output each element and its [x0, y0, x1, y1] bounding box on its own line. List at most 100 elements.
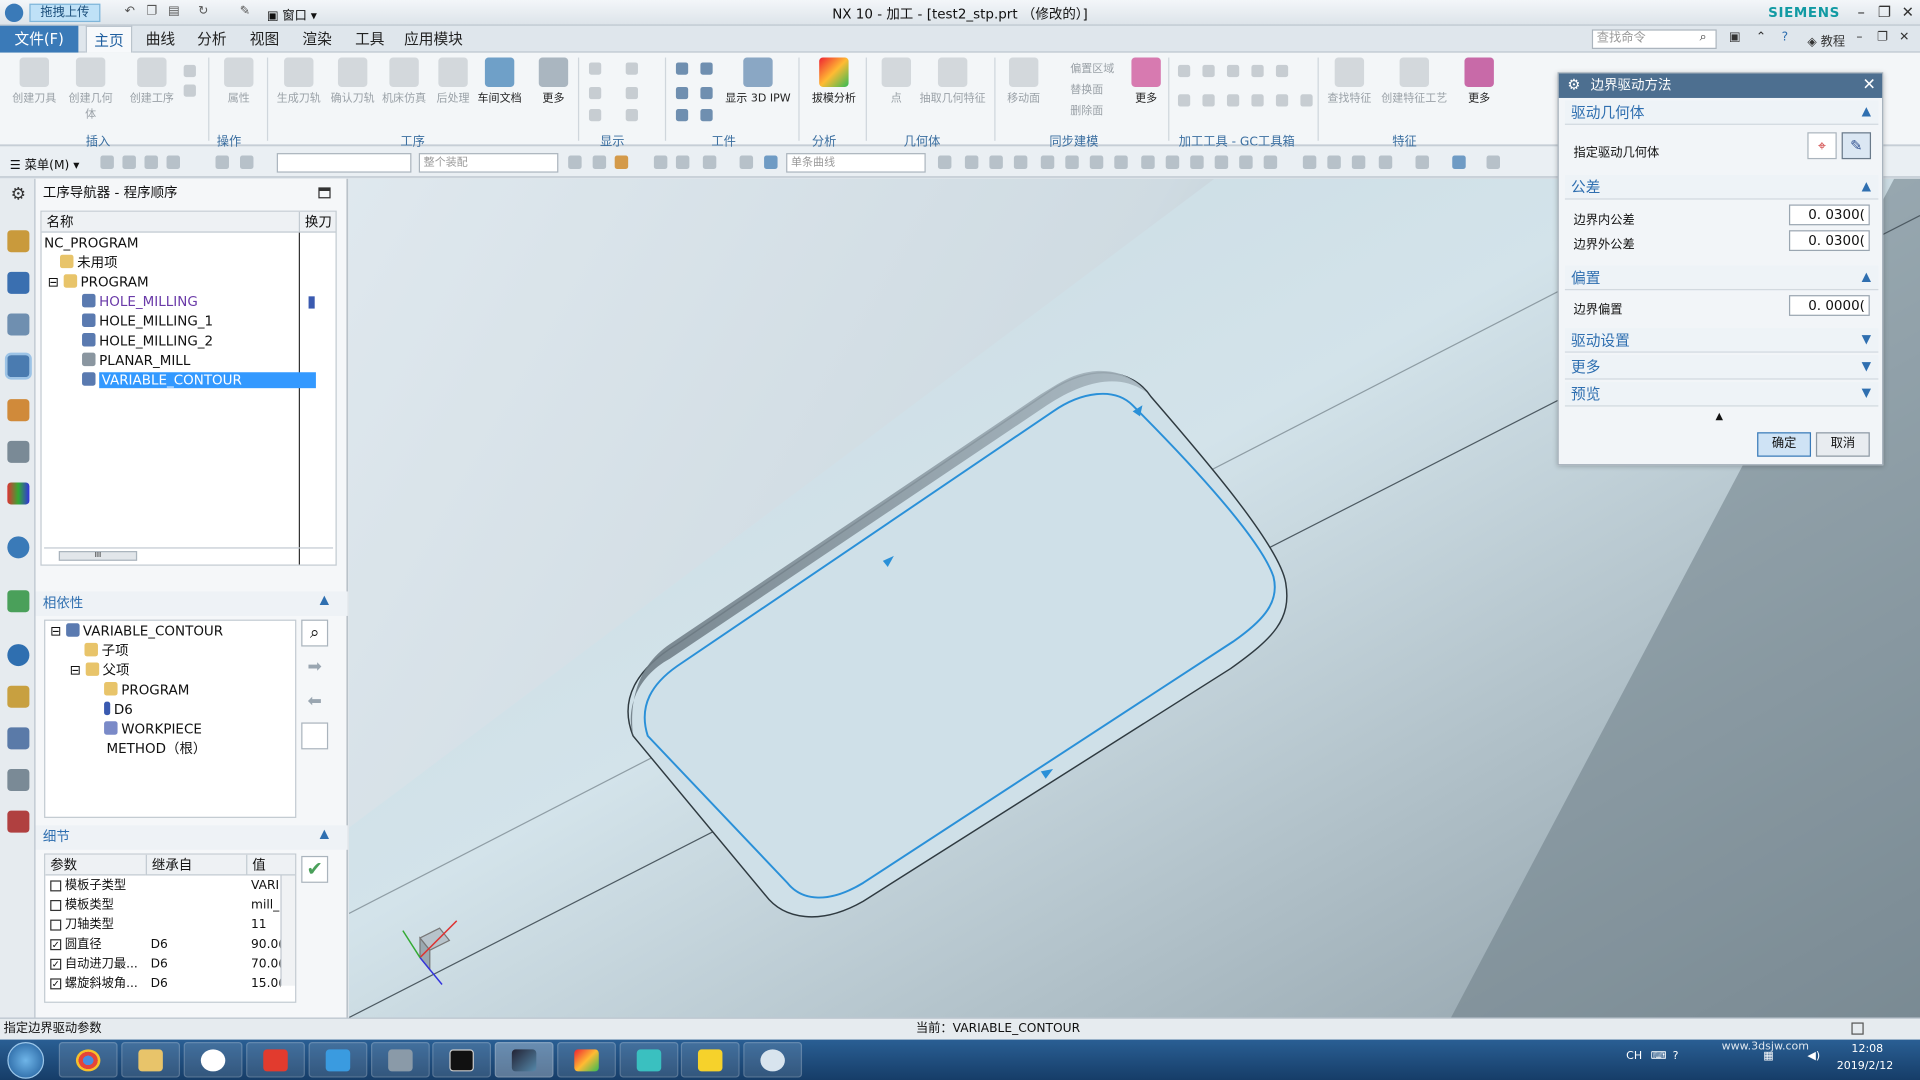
- display-icon-6[interactable]: [625, 108, 638, 122]
- cancel-button[interactable]: 取消: [1815, 432, 1870, 457]
- selection-icon-5[interactable]: [215, 155, 229, 169]
- taskbar-chrome[interactable]: [58, 1042, 118, 1078]
- display-icon-2[interactable]: [625, 62, 638, 75]
- snap-point-icon-12[interactable]: [1214, 155, 1229, 169]
- taskbar-nx-analysis[interactable]: [557, 1042, 616, 1078]
- view-icon-3[interactable]: [1351, 155, 1366, 169]
- web-browser-icon[interactable]: [7, 536, 30, 559]
- tree-row-hole-milling-2[interactable]: HOLE_MILLING_2: [42, 332, 213, 352]
- details-header[interactable]: 细节: [35, 825, 348, 850]
- system-materials-icon[interactable]: [7, 685, 30, 708]
- tab-view[interactable]: 视图: [244, 26, 286, 53]
- taskbar-cmd[interactable]: [432, 1042, 492, 1078]
- maximize-panel-icon[interactable]: [318, 187, 331, 199]
- operation-navigator-icon[interactable]: [4, 352, 32, 380]
- details-checkbox[interactable]: [50, 919, 62, 931]
- inner-tolerance-input[interactable]: 0. 0300(: [1788, 204, 1870, 226]
- machining-feature-icon[interactable]: [7, 440, 30, 463]
- restore-icon[interactable]: ❐: [1875, 4, 1895, 21]
- details-row[interactable]: 模板类型 mill_: [45, 896, 280, 916]
- snap-point-icon-9[interactable]: [1141, 155, 1155, 169]
- dialog-close-icon[interactable]: ✕: [1862, 76, 1875, 94]
- more-sync-button[interactable]: 更多: [1122, 57, 1171, 105]
- details-row[interactable]: ✓ 螺旋斜坡角... D6 15.0(: [45, 975, 280, 995]
- gc-tool-icon-10[interactable]: [1275, 94, 1289, 107]
- tree-row-hole-milling[interactable]: HOLE_MILLING: [42, 293, 198, 313]
- machine-simulation-button[interactable]: 机床仿真: [380, 57, 429, 105]
- roles-icon[interactable]: [7, 810, 30, 833]
- snap-icon-4[interactable]: [653, 155, 668, 169]
- input-language[interactable]: CH: [1626, 1051, 1642, 1063]
- snap-point-icon-1[interactable]: [937, 155, 952, 169]
- verify-toolpath-button[interactable]: 确认刀轨: [328, 57, 377, 105]
- workpiece-icon-6[interactable]: [700, 108, 713, 122]
- assembly-scope-select[interactable]: 整个装配: [418, 153, 559, 173]
- volume-icon[interactable]: ◀): [1807, 1051, 1820, 1063]
- find-feature-button[interactable]: 查找特征: [1325, 57, 1374, 105]
- gc-tool-icon-11[interactable]: [1300, 94, 1313, 107]
- details-scrollbar[interactable]: [280, 875, 296, 986]
- gc-tool-icon-6[interactable]: [1177, 94, 1191, 107]
- back-arrow-icon[interactable]: ⬅: [301, 688, 328, 715]
- create-feature-process-button[interactable]: 创建特征工艺: [1379, 57, 1450, 105]
- details-row[interactable]: 刀轴类型 11: [45, 916, 280, 936]
- selection-icon-3[interactable]: [144, 155, 158, 169]
- gc-tool-icon-1[interactable]: [1177, 64, 1191, 78]
- view-icon-7[interactable]: [1486, 155, 1501, 169]
- gc-tool-icon-2[interactable]: [1202, 64, 1215, 78]
- workpiece-icon-5[interactable]: [675, 108, 689, 122]
- collapse-dependencies-icon[interactable]: ▲: [320, 594, 329, 607]
- view-icon-5[interactable]: [1415, 155, 1429, 169]
- tree-row-program[interactable]: ⊟ PROGRAM: [42, 273, 149, 293]
- snap-icon-7[interactable]: [739, 155, 754, 169]
- type-filter-select[interactable]: [276, 153, 412, 173]
- tutorial-link[interactable]: ◈ 教程: [1807, 31, 1845, 49]
- close-icon[interactable]: ✕: [1898, 4, 1918, 21]
- apply-check-icon[interactable]: ✔: [301, 855, 329, 883]
- gc-tool-icon-3[interactable]: [1226, 64, 1240, 78]
- taskbar-app-red[interactable]: [246, 1042, 305, 1078]
- history-icon[interactable]: [7, 590, 30, 613]
- tab-render[interactable]: 渲染: [296, 26, 338, 53]
- outer-tolerance-input[interactable]: 0. 0300(: [1788, 230, 1870, 252]
- section-drive-geometry[interactable]: 驱动几何体 ▲: [1564, 100, 1879, 125]
- doc-restore-icon[interactable]: ❐: [1877, 31, 1888, 44]
- clock-icon[interactable]: [7, 644, 30, 667]
- search-icon[interactable]: ⌕: [1700, 31, 1707, 44]
- tree-row-planar-mill[interactable]: PLANAR_MILL: [42, 351, 190, 371]
- edit-drive-geometry-icon[interactable]: ✎: [1841, 132, 1872, 160]
- horizontal-scrollbar[interactable]: III: [44, 547, 334, 562]
- view-icon-4[interactable]: [1378, 155, 1393, 169]
- curve-rule-select[interactable]: 单条曲线: [786, 153, 926, 173]
- file-menu[interactable]: 文件(F): [0, 25, 79, 53]
- shop-docs-button[interactable]: 车间文档: [475, 57, 524, 105]
- snap-point-icon-4[interactable]: [1013, 155, 1028, 169]
- snap-point-icon-14[interactable]: [1263, 155, 1278, 169]
- doc-minimize-icon[interactable]: –: [1856, 31, 1862, 44]
- find-icon[interactable]: ⌕: [301, 619, 329, 647]
- keyboard-icon[interactable]: ⌨: [1651, 1051, 1667, 1063]
- view-icon-2[interactable]: [1327, 155, 1341, 169]
- window-layout-icon[interactable]: ▣: [1729, 31, 1741, 44]
- assembly-navigator-icon[interactable]: [7, 230, 30, 253]
- details-checkbox[interactable]: ✓: [50, 939, 62, 951]
- view-icon-1[interactable]: [1302, 155, 1317, 169]
- gc-tool-icon-8[interactable]: [1226, 94, 1240, 107]
- tree-row-hole-milling-1[interactable]: HOLE_MILLING_1: [42, 312, 213, 332]
- taskbar-player[interactable]: [680, 1042, 740, 1078]
- taskbar-paint[interactable]: [743, 1042, 803, 1078]
- details-checkbox[interactable]: [50, 900, 62, 912]
- section-tolerance[interactable]: 公差 ▲: [1564, 175, 1879, 200]
- selection-icon-2[interactable]: [122, 155, 136, 169]
- ribbon-collapse-icon[interactable]: ⌃: [1756, 31, 1766, 44]
- snap-point-icon-3[interactable]: [989, 155, 1003, 169]
- create-geometry-button[interactable]: 创建几何体: [66, 57, 115, 121]
- move-face-button[interactable]: 移动面: [999, 57, 1048, 105]
- create-tool-button[interactable]: 创建刀具: [10, 57, 59, 105]
- list-mode-icon[interactable]: [301, 722, 329, 750]
- details-row[interactable]: ✓ 自动进刀最... D6 70.0(: [45, 955, 280, 975]
- snap-point-icon-7[interactable]: [1089, 155, 1104, 169]
- gc-tool-icon-7[interactable]: [1202, 94, 1215, 107]
- display-icon-3[interactable]: [588, 86, 602, 100]
- dep-row-parents[interactable]: ⊟ 父项: [45, 661, 129, 681]
